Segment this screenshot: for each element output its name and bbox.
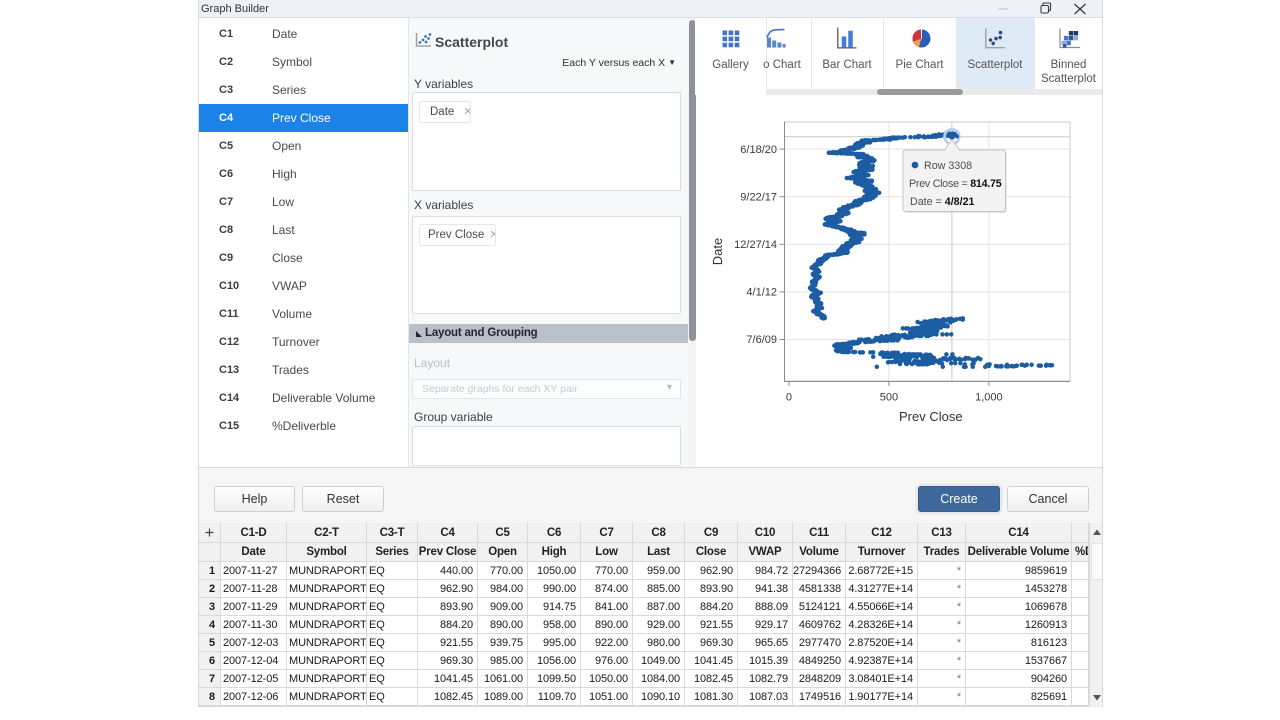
svg-text:Date: Date [710,238,725,265]
svg-text:Date = 4/8/21: Date = 4/8/21 [910,196,975,208]
svg-text:Prev Close: Prev Close [899,409,963,424]
svg-text:6/18/20: 6/18/20 [740,144,777,156]
svg-text:500: 500 [880,392,898,404]
svg-text:12/27/14: 12/27/14 [734,239,777,251]
svg-text:4/1/12: 4/1/12 [746,287,777,299]
svg-text:0: 0 [786,392,792,404]
svg-text:Row 3308: Row 3308 [924,160,972,172]
svg-text:7/6/09: 7/6/09 [746,334,777,346]
svg-text:1,000: 1,000 [975,392,1003,404]
svg-text:Prev Close = 814.75: Prev Close = 814.75 [909,178,1002,190]
svg-text:9/22/17: 9/22/17 [740,191,777,203]
